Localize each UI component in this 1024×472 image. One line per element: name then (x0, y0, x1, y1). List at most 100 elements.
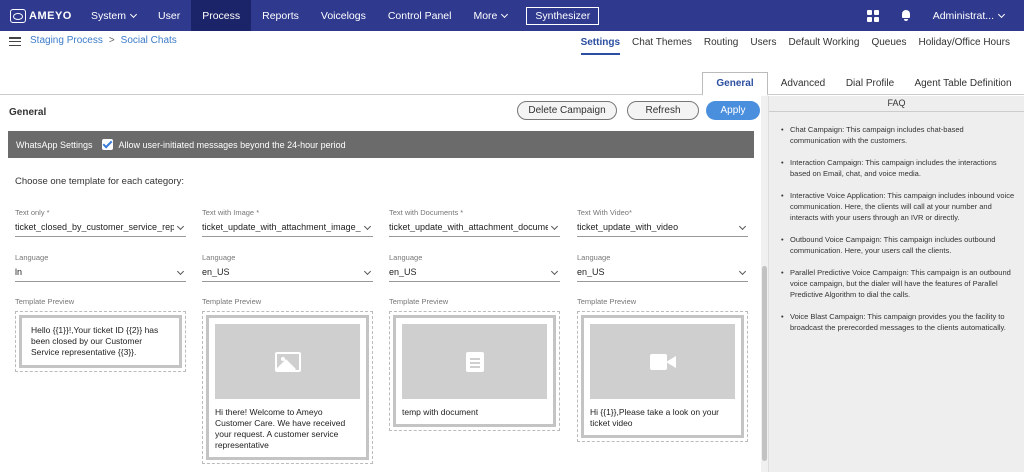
breadcrumb-social-chats[interactable]: Social Chats (121, 35, 177, 46)
tab-holiday-office-hours[interactable]: Holiday/Office Hours (918, 37, 1010, 55)
refresh-button[interactable]: Refresh (627, 101, 699, 120)
tab-default-working[interactable]: Default Working (788, 37, 859, 55)
allow-messages-label: Allow user-initiated messages beyond the… (118, 139, 346, 150)
tab-routing[interactable]: Routing (704, 37, 738, 55)
chevron-down-icon (997, 10, 1006, 18)
language-select[interactable]: en_US (202, 267, 373, 282)
bell-icon[interactable] (901, 10, 911, 21)
general-panel: General Delete Campaign Refresh Apply Wh… (0, 96, 768, 472)
apps-grid-icon[interactable] (866, 9, 879, 22)
hamburger-menu-icon[interactable] (9, 37, 21, 46)
delete-campaign-button[interactable]: Delete Campaign (517, 101, 617, 120)
media-placeholder (402, 324, 547, 399)
subtab-advanced[interactable]: Advanced (772, 72, 834, 95)
template-type-label: Text With Video* (577, 208, 632, 217)
nav-process[interactable]: Process (191, 0, 252, 31)
nav-process-label: Process (202, 9, 241, 22)
tab-chat-themes[interactable]: Chat Themes (632, 37, 692, 55)
chevron-down-icon (363, 222, 372, 231)
faq-item: Voice Blast Campaign: This campaign prov… (781, 311, 1016, 333)
chevron-down-icon (501, 10, 509, 18)
logo-text: AMEYO (29, 9, 72, 22)
nav-control-panel[interactable]: Control Panel (377, 0, 463, 31)
template-column-text-only: Text only * ticket_closed_by_customer_se… (15, 208, 186, 372)
apply-button[interactable]: Apply (706, 101, 760, 120)
template-preview: Hi {{1}},Please take a look on your tick… (577, 311, 748, 442)
subtab-agent-table-definition[interactable]: Agent Table Definition (906, 72, 1020, 95)
template-select-value: ticket_update_with_attachment_docume... (389, 222, 548, 232)
template-preview-label: Template Preview (202, 297, 262, 306)
chevron-down-icon (550, 267, 559, 276)
template-column-video: Text With Video* ticket_update_with_vide… (577, 208, 748, 442)
nav-more-label: More (473, 9, 498, 22)
language-select-value: ln (15, 267, 23, 277)
tab-users[interactable]: Users (750, 37, 776, 55)
language-select[interactable]: ln (15, 267, 186, 282)
section-title: General (9, 107, 47, 118)
faq-item: Outbound Voice Campaign: This campaign i… (781, 234, 1016, 256)
template-select-value: ticket_closed_by_customer_service_rep... (15, 222, 174, 232)
tab-settings[interactable]: Settings (580, 37, 621, 55)
template-preview-label: Template Preview (389, 297, 449, 306)
language-select[interactable]: en_US (577, 267, 748, 282)
faq-item: Parallel Predictive Voice Campaign: This… (781, 267, 1016, 300)
media-placeholder (215, 324, 360, 399)
template-type-label: Text with Documents * (389, 208, 464, 217)
chevron-down-icon (176, 267, 185, 276)
ameyo-logo[interactable]: AMEYO (10, 8, 80, 23)
template-preview-label: Template Preview (577, 297, 637, 306)
template-select[interactable]: ticket_update_with_video (577, 222, 748, 237)
nav-voicelogs[interactable]: Voicelogs (310, 0, 377, 31)
language-select-value: en_US (577, 267, 605, 277)
chevron-down-icon (176, 222, 185, 231)
template-preview-text: Hi there! Welcome to Ameyo Customer Care… (215, 407, 346, 450)
breadcrumb-staging-process[interactable]: Staging Process (30, 35, 103, 46)
nav-reports[interactable]: Reports (251, 0, 310, 31)
nav-system-label: System (91, 9, 127, 22)
image-icon (274, 351, 301, 372)
user-name: Administrat... (932, 9, 994, 22)
template-preview: Hi there! Welcome to Ameyo Customer Care… (202, 311, 373, 464)
top-tabs: Settings Chat Themes Routing Users Defau… (580, 37, 1010, 55)
template-preview-text: Hello {{1}}!,Your ticket ID {{2}} has be… (31, 325, 159, 357)
template-select[interactable]: ticket_update_with_attachment_image_... (202, 222, 373, 237)
faq-item: Interaction Campaign: This campaign incl… (781, 157, 1016, 179)
breadcrumb-separator: > (108, 35, 115, 46)
nav-more[interactable]: More (462, 0, 518, 31)
nav-user-label: User (158, 9, 181, 22)
language-label: Language (389, 253, 423, 262)
language-label: Language (577, 253, 611, 262)
sub-tabs: General Advanced Dial Profile Agent Tabl… (0, 72, 1024, 96)
document-icon (465, 351, 484, 372)
video-icon (649, 353, 676, 370)
language-select[interactable]: en_US (389, 267, 560, 282)
template-select[interactable]: ticket_update_with_attachment_docume... (389, 222, 560, 237)
subtab-dial-profile[interactable]: Dial Profile (838, 72, 902, 95)
chevron-down-icon (738, 267, 747, 276)
template-preview-label: Template Preview (15, 297, 75, 306)
subtab-general[interactable]: General (702, 72, 768, 96)
faq-item: Chat Campaign: This campaign includes ch… (781, 124, 1016, 146)
allow-messages-checkbox[interactable] (101, 139, 113, 150)
template-type-label: Text only * (15, 208, 50, 217)
template-select[interactable]: ticket_closed_by_customer_service_rep... (15, 222, 186, 237)
nav-user[interactable]: User (147, 0, 191, 31)
choose-template-label: Choose one template for each category: (15, 176, 184, 187)
user-menu[interactable]: Administrat... (932, 9, 1006, 22)
template-column-image: Text with Image * ticket_update_with_att… (202, 208, 373, 464)
language-select-value: en_US (389, 267, 417, 277)
faq-title: FAQ (769, 96, 1024, 112)
chevron-down-icon (550, 222, 559, 231)
chevron-down-icon (738, 222, 747, 231)
faq-list: Chat Campaign: This campaign includes ch… (769, 112, 1024, 333)
faq-panel: FAQ Chat Campaign: This campaign include… (768, 96, 1024, 472)
tab-queues[interactable]: Queues (871, 37, 906, 55)
top-nav: AMEYO System User Process Reports Voicel… (0, 0, 1024, 31)
nav-control-panel-label: Control Panel (387, 9, 452, 22)
synthesizer-button[interactable]: Synthesizer (526, 6, 600, 25)
nav-system[interactable]: System (80, 0, 147, 31)
scrollbar-thumb[interactable] (762, 266, 767, 461)
template-preview: Hello {{1}}!,Your ticket ID {{2}} has be… (15, 311, 186, 372)
nav-reports-label: Reports (262, 9, 299, 22)
template-select-value: ticket_update_with_video (577, 222, 679, 232)
